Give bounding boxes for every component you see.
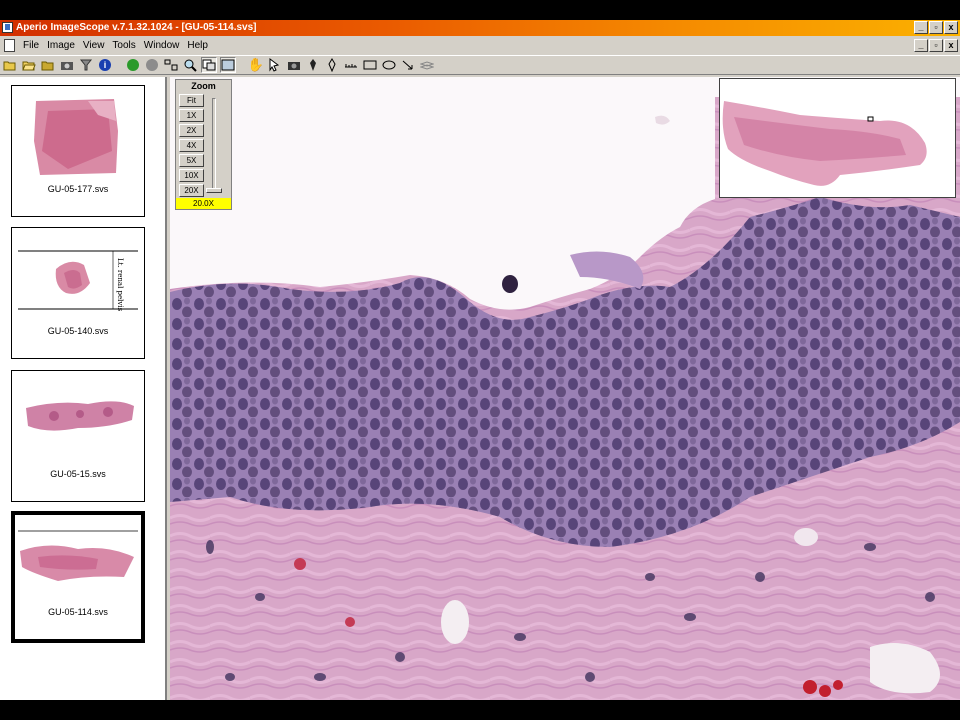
slide-thumbnail[interactable]: GU-05-15.svs xyxy=(11,370,145,502)
ellipse-icon[interactable] xyxy=(381,57,397,73)
slide-thumbnail[interactable]: Lt. renal pelvis GU-05-140.svs xyxy=(11,227,145,359)
folder-icon[interactable] xyxy=(40,57,56,73)
snapshot-icon[interactable] xyxy=(286,57,302,73)
arrow-icon[interactable] xyxy=(400,57,416,73)
restore-button[interactable]: ▫ xyxy=(929,21,943,34)
zoom-level-readout: 20.0X xyxy=(176,198,231,209)
zoom-20x-button[interactable]: 20X xyxy=(179,184,204,197)
slide-overview-navigator[interactable] xyxy=(719,78,956,198)
document-icon[interactable] xyxy=(4,39,15,52)
doc-close-button[interactable]: x xyxy=(944,39,958,52)
slide-label: GU-05-177.svs xyxy=(47,184,109,194)
toolbar-separator xyxy=(116,57,122,73)
slide-thumbnail[interactable]: GU-05-177.svs xyxy=(11,85,145,217)
zoom-5x-button[interactable]: 5X xyxy=(179,154,204,167)
menu-view[interactable]: View xyxy=(79,37,109,54)
zoom-panel: Zoom Fit 1X 2X 4X 5X 10X 20X 20.0X xyxy=(175,79,232,210)
title-bar: Aperio ImageScope v.7.1.32.1024 - [GU-05… xyxy=(0,20,960,36)
toolbar: i ✋ xyxy=(0,55,960,75)
info-icon[interactable]: i xyxy=(97,57,113,73)
slide-thumbnail-selected[interactable]: GU-05-114.svs xyxy=(11,511,145,643)
layout-icon[interactable] xyxy=(163,57,179,73)
doc-minimize-button[interactable]: _ xyxy=(914,39,928,52)
slide-viewer[interactable]: Zoom Fit 1X 2X 4X 5X 10X 20X 20.0X xyxy=(170,77,960,700)
window-title: Aperio ImageScope v.7.1.32.1024 - [GU-05… xyxy=(16,22,257,33)
slide-handwriting: Lt. renal pelvis xyxy=(116,258,124,312)
fit-icon[interactable] xyxy=(220,57,236,73)
window-controls: _ ▫ x xyxy=(914,21,958,34)
slide-preview-image xyxy=(18,376,138,466)
slide-preview-image xyxy=(18,517,138,607)
zoom-10x-button[interactable]: 10X xyxy=(179,169,204,182)
doc-restore-button[interactable]: ▫ xyxy=(929,39,943,52)
app-icon xyxy=(2,22,13,33)
hand-icon[interactable]: ✋ xyxy=(248,57,264,73)
forward-icon[interactable] xyxy=(144,57,160,73)
open-folder-icon[interactable] xyxy=(21,57,37,73)
slide-label: GU-05-15.svs xyxy=(50,469,106,479)
imagescope-window: Aperio ImageScope v.7.1.32.1024 - [GU-05… xyxy=(0,20,960,700)
zoom-2x-button[interactable]: 2X xyxy=(179,124,204,137)
slide-list: GU-05-177.svs Lt. renal pelvis GU-05-140… xyxy=(0,77,167,700)
toolbar-separator xyxy=(239,57,245,73)
menu-bar: File Image View Tools Window Help _ ▫ x xyxy=(0,37,960,54)
camera-icon[interactable] xyxy=(59,57,75,73)
zoom-slider-handle[interactable] xyxy=(206,188,222,193)
pen-tool-icon[interactable] xyxy=(324,57,340,73)
copy-icon[interactable] xyxy=(201,57,217,73)
minimize-button[interactable]: _ xyxy=(914,21,928,34)
ruler-icon[interactable] xyxy=(343,57,359,73)
menu-image[interactable]: Image xyxy=(43,37,79,54)
slide-label: GU-05-140.svs xyxy=(47,326,109,336)
zoom-title: Zoom xyxy=(191,81,216,91)
slide-preview-image xyxy=(18,91,138,181)
menu-window[interactable]: Window xyxy=(140,37,184,54)
open-icon[interactable] xyxy=(2,57,18,73)
back-icon[interactable] xyxy=(125,57,141,73)
layers-icon[interactable] xyxy=(419,57,435,73)
zoom-icon[interactable] xyxy=(182,57,198,73)
filter-icon[interactable] xyxy=(78,57,94,73)
screen-bottom-border xyxy=(0,700,960,720)
zoom-fit-button[interactable]: Fit xyxy=(179,94,204,107)
menu-file[interactable]: File xyxy=(19,37,43,54)
menu-tools[interactable]: Tools xyxy=(108,37,139,54)
zoom-slider-track[interactable] xyxy=(212,98,216,190)
close-button[interactable]: x xyxy=(944,21,958,34)
rectangle-icon[interactable] xyxy=(362,57,378,73)
zoom-4x-button[interactable]: 4X xyxy=(179,139,204,152)
slide-preview-image: Lt. renal pelvis xyxy=(18,233,138,323)
document-window-controls: _ ▫ x xyxy=(914,39,958,52)
select-icon[interactable] xyxy=(267,57,283,73)
pen-icon[interactable] xyxy=(305,57,321,73)
slide-label: GU-05-114.svs xyxy=(48,607,108,617)
menu-help[interactable]: Help xyxy=(183,37,212,54)
zoom-1x-button[interactable]: 1X xyxy=(179,109,204,122)
